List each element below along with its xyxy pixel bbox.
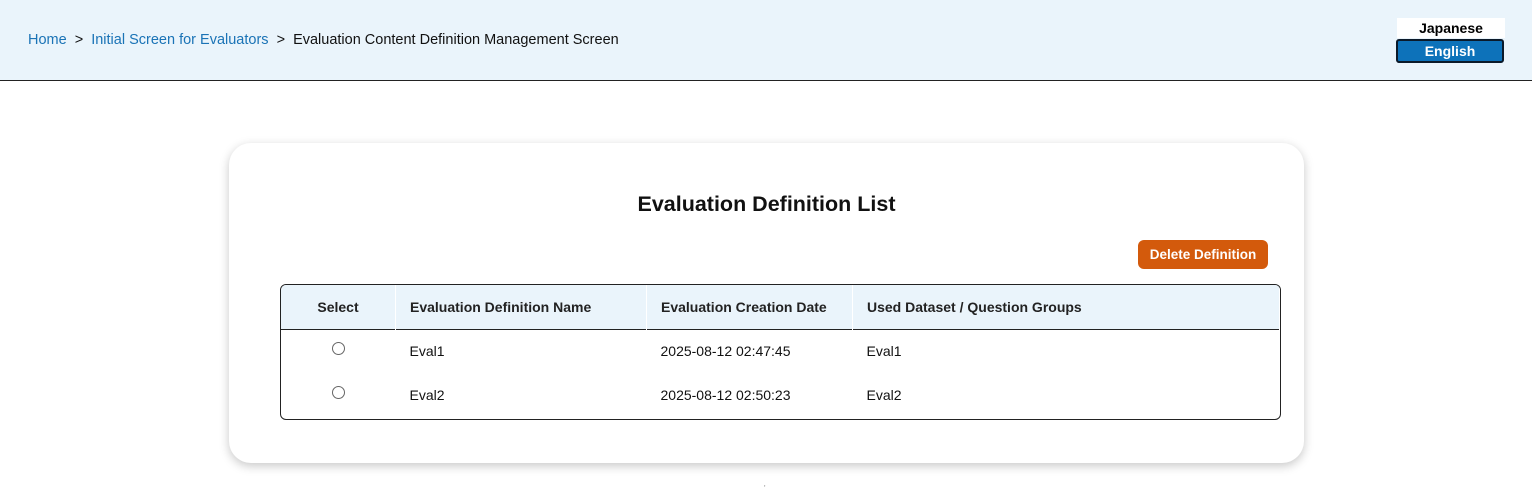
table-row: Eval1 2025-08-12 02:47:45 Eval1 [281,329,1280,373]
footer-mark: ' [764,484,766,493]
breadcrumb-separator: > [276,32,286,48]
breadcrumb: Home > Initial Screen for Evaluators > E… [28,32,619,48]
delete-definition-button[interactable]: Delete Definition [1138,240,1268,269]
breadcrumb-current-page: Evaluation Content Definition Management… [293,32,619,48]
language-english-button[interactable]: English [1396,39,1504,63]
breadcrumb-home-link[interactable]: Home [28,32,67,48]
dataset-cell: Eval2 [866,387,902,403]
select-radio-button[interactable] [331,342,345,356]
definition-table: Select Evaluation Definition Name Evalua… [281,285,1280,417]
table-header-row: Select Evaluation Definition Name Evalua… [281,285,1280,329]
select-cell [281,373,396,417]
definition-name-cell: Eval1 [409,343,445,360]
dataset-cell: Eval1 [866,343,902,360]
evaluation-definition-card: Evaluation Definition List Delete Defini… [229,143,1304,463]
creation-date-cell: 2025-08-12 02:50:23 [660,387,791,403]
column-header-dataset: Used Dataset / Question Groups [852,285,1280,329]
language-japanese-button[interactable]: Japanese [1397,18,1505,38]
definition-name-cell: Eval2 [409,387,445,403]
definition-table-container: Select Evaluation Definition Name Evalua… [280,284,1281,420]
page-title: Evaluation Definition List [637,192,896,216]
select-cell [281,329,396,373]
column-header-name: Evaluation Definition Name [395,285,647,329]
column-header-select: Select [281,285,396,329]
language-switcher: Japanese English [1396,18,1506,63]
creation-date-cell: 2025-08-12 02:47:45 [660,343,791,360]
breadcrumb-separator: > [74,32,84,48]
column-header-date: Evaluation Creation Date [646,285,853,329]
select-radio-button[interactable] [331,385,345,399]
top-header: Home > Initial Screen for Evaluators > E… [0,0,1532,81]
breadcrumb-evaluators-link[interactable]: Initial Screen for Evaluators [91,32,268,48]
table-row: Eval2 2025-08-12 02:50:23 Eval2 [281,373,1280,417]
